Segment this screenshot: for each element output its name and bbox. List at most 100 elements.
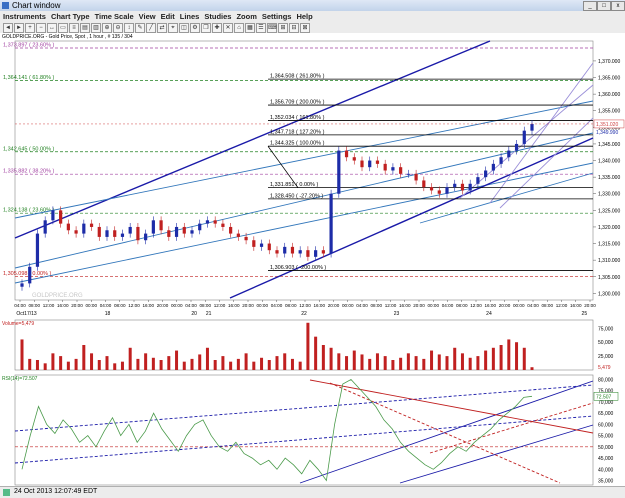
close-button[interactable]: x: [611, 1, 625, 11]
candle-body[interactable]: [151, 220, 155, 234]
toolbar-button-6[interactable]: ≡: [69, 23, 79, 33]
candle-body[interactable]: [259, 243, 264, 247]
volume-bar[interactable]: [229, 361, 233, 370]
volume-bar[interactable]: [484, 350, 488, 370]
menu-instruments[interactable]: Instruments: [3, 11, 46, 22]
volume-bar[interactable]: [213, 360, 217, 370]
toolbar-button-4[interactable]: ↔: [47, 23, 57, 33]
candle-body[interactable]: [120, 233, 125, 237]
candle-body[interactable]: [229, 226, 233, 234]
toolbar-button-20[interactable]: ✕: [223, 23, 233, 33]
volume-bar[interactable]: [515, 342, 519, 370]
volume-bar[interactable]: [136, 358, 140, 370]
volume-bar[interactable]: [182, 361, 186, 370]
candle-body[interactable]: [314, 250, 318, 257]
candle-body[interactable]: [244, 236, 248, 241]
candle-body[interactable]: [221, 223, 225, 227]
volume-bar[interactable]: [151, 357, 155, 370]
menu-time-scale[interactable]: Time Scale: [95, 11, 134, 22]
candle-body[interactable]: [82, 223, 86, 234]
toolbar-button-25[interactable]: ⊞: [278, 23, 288, 33]
volume-bar[interactable]: [244, 353, 248, 370]
volume-bar[interactable]: [252, 361, 256, 370]
volume-bar[interactable]: [437, 354, 441, 370]
candle-body[interactable]: [484, 170, 488, 178]
volume-bar[interactable]: [236, 358, 240, 370]
candle-body[interactable]: [337, 150, 341, 194]
candle-body[interactable]: [507, 150, 511, 158]
volume-bar[interactable]: [468, 357, 472, 370]
candle-body[interactable]: [198, 223, 202, 231]
volume-bar[interactable]: [51, 353, 55, 370]
volume-bar[interactable]: [198, 354, 202, 370]
candle-body[interactable]: [422, 180, 426, 188]
candle-body[interactable]: [267, 243, 271, 251]
candle-body[interactable]: [43, 220, 47, 234]
candle-body[interactable]: [97, 226, 101, 237]
candle-body[interactable]: [414, 173, 418, 181]
candle-body[interactable]: [514, 143, 519, 151]
candle-body[interactable]: [35, 233, 40, 267]
candle-body[interactable]: [383, 163, 387, 171]
candle-body[interactable]: [113, 230, 117, 237]
candle-body[interactable]: [437, 190, 441, 194]
toolbar-button-9[interactable]: ⊕: [102, 23, 112, 33]
toolbar-button-26[interactable]: ⊟: [289, 23, 299, 33]
volume-bar[interactable]: [275, 356, 279, 370]
menu-studies[interactable]: Studies: [204, 11, 231, 22]
candle-body[interactable]: [468, 183, 472, 191]
toolbar-button-10[interactable]: ⊖: [113, 23, 123, 33]
toolbar-button-19[interactable]: ✚: [212, 23, 222, 33]
menu-view[interactable]: View: [139, 11, 156, 22]
menu-settings[interactable]: Settings: [262, 11, 292, 22]
candle-body[interactable]: [476, 177, 480, 184]
candle-body[interactable]: [59, 210, 63, 224]
volume-bar[interactable]: [329, 347, 333, 370]
candle-body[interactable]: [352, 157, 356, 161]
candle-body[interactable]: [399, 167, 403, 174]
volume-bar[interactable]: [321, 345, 325, 370]
volume-bar[interactable]: [190, 358, 194, 370]
toolbar-button-27[interactable]: ⊠: [300, 23, 310, 33]
toolbar-button-16[interactable]: ◫: [179, 23, 189, 33]
menu-chart-type[interactable]: Chart Type: [51, 11, 90, 22]
volume-bar[interactable]: [507, 339, 511, 370]
volume-bar[interactable]: [352, 350, 356, 370]
volume-bar[interactable]: [499, 345, 503, 370]
volume-bar[interactable]: [90, 353, 94, 370]
candle-body[interactable]: [174, 226, 179, 237]
volume-bar[interactable]: [383, 356, 387, 370]
candle-body[interactable]: [20, 283, 24, 287]
menu-lines[interactable]: Lines: [180, 11, 200, 22]
volume-bar[interactable]: [113, 363, 117, 370]
chart-area[interactable]: GOLDPRICE.ORG - Gold Price, Spot , 1 hou…: [0, 33, 625, 486]
volume-bar[interactable]: [522, 347, 526, 370]
volume-bar[interactable]: [66, 361, 70, 370]
toolbar-button-14[interactable]: ⇄: [157, 23, 167, 33]
candle-body[interactable]: [51, 210, 55, 221]
candle-body[interactable]: [499, 157, 503, 164]
toolbar-button-11[interactable]: ↕: [124, 23, 134, 33]
volume-bar[interactable]: [445, 356, 449, 370]
volume-bar[interactable]: [159, 360, 163, 370]
volume-bar[interactable]: [205, 347, 209, 370]
toolbar-button-17[interactable]: ⚙: [190, 23, 200, 33]
candle-body[interactable]: [167, 230, 171, 237]
volume-bar[interactable]: [360, 354, 364, 370]
volume-bar[interactable]: [283, 353, 287, 370]
candle-body[interactable]: [360, 160, 364, 168]
volume-bar[interactable]: [97, 360, 101, 370]
volume-bar[interactable]: [368, 358, 372, 370]
volume-bar[interactable]: [306, 322, 310, 370]
candle-body[interactable]: [406, 173, 410, 175]
volume-bar[interactable]: [28, 358, 32, 370]
candle-body[interactable]: [275, 250, 279, 254]
candle-body[interactable]: [368, 160, 372, 168]
candle-body[interactable]: [136, 226, 140, 241]
menu-edit[interactable]: Edit: [161, 11, 175, 22]
candle-body[interactable]: [344, 150, 349, 158]
volume-bar[interactable]: [337, 353, 341, 370]
candle-body[interactable]: [182, 226, 186, 234]
candle-body[interactable]: [28, 266, 32, 284]
volume-bar[interactable]: [82, 345, 86, 370]
